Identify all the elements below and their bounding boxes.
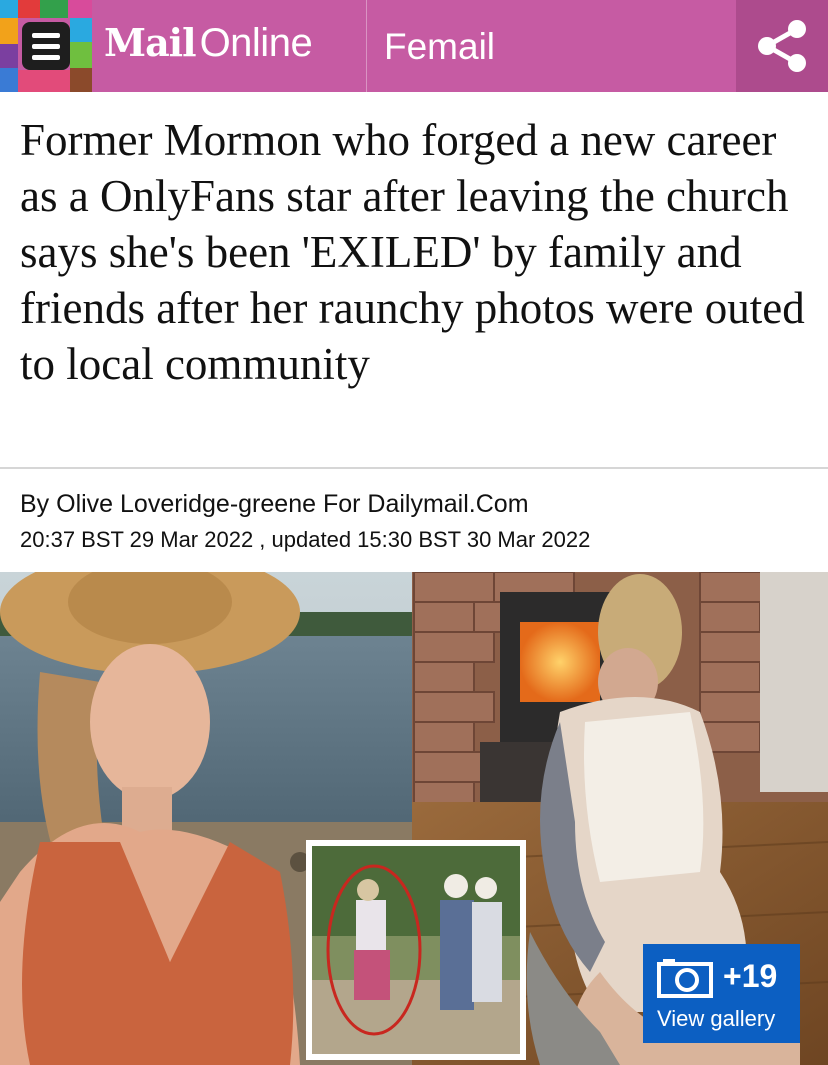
divider [0,467,828,469]
header-divider [366,0,367,92]
top-bar: Mail Online Femail [0,0,828,92]
view-gallery-button[interactable]: +19 View gallery [643,944,800,1043]
article-headline: Former Mormon who forged a new career as… [20,115,805,389]
gallery-count: +19 [723,958,778,994]
menu-icon[interactable] [22,22,70,70]
site-logo[interactable]: Mail Online [104,20,313,72]
section-femail-link[interactable]: Femail [384,26,495,68]
logo-online: Online [199,21,313,65]
byline[interactable]: By Olive Loveridge-greene For Dailymail.… [20,490,529,519]
gallery-label: View gallery [657,1006,776,1031]
share-button[interactable] [736,0,828,92]
share-icon [758,20,806,72]
publish-dateline: 20:37 BST 29 Mar 2022 , updated 15:30 BS… [20,527,591,552]
logo-mail: Mail [104,20,197,65]
camera-icon [657,959,713,998]
